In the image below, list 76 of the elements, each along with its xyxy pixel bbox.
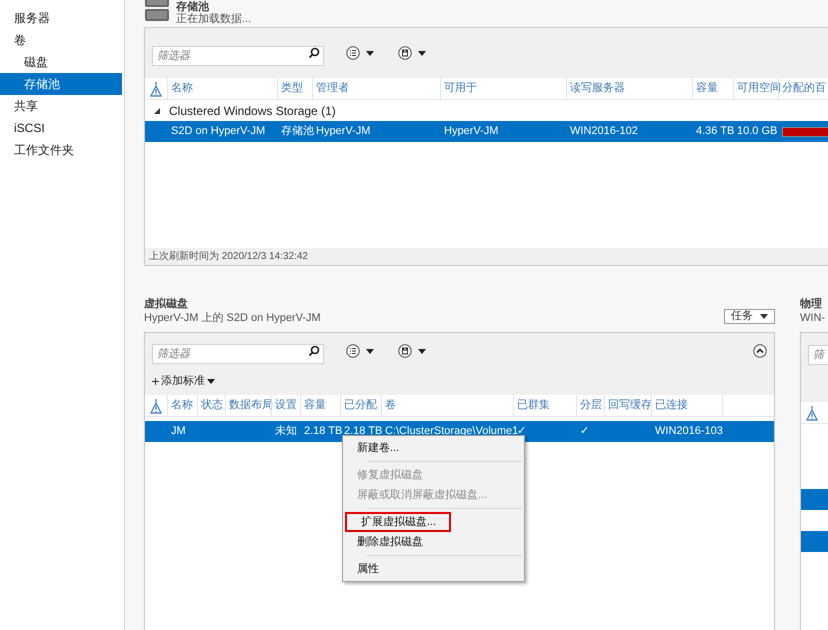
- warning-sort-icon: [150, 398, 162, 414]
- table-cell: 2.18 TB: [304, 425, 342, 438]
- column-header[interactable]: 设置: [272, 397, 300, 414]
- menu-item[interactable]: 扩展虚拟磁盘...: [345, 512, 451, 532]
- column-header[interactable]: 类型: [278, 80, 306, 97]
- column-header[interactable]: 分配的百: [779, 80, 828, 97]
- section-subtitle: 正在加载数据...: [176, 13, 252, 25]
- search-icon: [308, 345, 320, 357]
- table-row[interactable]: JM 未知 2.18 TB 2.18 TB C:\ClusterStorage\Volume1✓ ✓ WIN2016-103: [145, 421, 774, 442]
- table-cell: 未知: [275, 425, 297, 438]
- column-header[interactable]: 状态: [198, 397, 226, 414]
- list-view-dropdown[interactable]: [346, 46, 376, 60]
- filter-field[interactable]: 筛: [808, 345, 828, 365]
- section-title: 物理: [800, 297, 823, 311]
- group-label: Clustered Windows Storage (1): [169, 102, 336, 120]
- table-cell: ✓: [517, 425, 526, 438]
- table-cell: WIN2016-102: [570, 125, 638, 138]
- filter-field[interactable]: 筛选器: [152, 344, 324, 364]
- table-row[interactable]: S2D on HyperV-JM 存储池 HyperV-JM HyperV-JM WIN2016-102 4.36 TB 10.0 GB: [145, 121, 828, 142]
- column-header[interactable]: 可用于: [441, 80, 480, 97]
- save-icon: [398, 46, 428, 60]
- table-cell: 2.18 TB: [344, 425, 382, 438]
- section-title: 虚拟磁盘: [144, 297, 189, 311]
- search-icon: [308, 47, 320, 59]
- list-view-icon: [346, 46, 376, 60]
- last-refresh-text: 上次刷新时间为 2020/12/3 14:32:42: [149, 250, 308, 264]
- list-view-dropdown[interactable]: [346, 344, 376, 358]
- column-header[interactable]: 名称: [168, 80, 196, 97]
- column-header[interactable]: 已群集: [514, 397, 553, 414]
- column-header[interactable]: 回写缓存: [605, 397, 655, 414]
- table-cell: 10.0 GB: [737, 125, 778, 138]
- add-criteria-button[interactable]: 添加标准: [152, 373, 215, 390]
- table-cell: 存储池: [281, 125, 314, 138]
- column-header[interactable]: 名称: [168, 397, 196, 414]
- sidebar-item[interactable]: 工作文件夹: [0, 139, 124, 161]
- column-header[interactable]: 读写服务器: [567, 80, 628, 97]
- sidebar-item[interactable]: 存储池: [0, 73, 122, 95]
- table-cell: S2D on HyperV-JM: [171, 125, 266, 138]
- column-header[interactable]: 容量: [301, 397, 329, 414]
- section-title: 存储池: [176, 1, 210, 13]
- table-cell: HyperV-JM: [444, 125, 498, 138]
- column-header[interactable]: 已分配: [341, 397, 380, 414]
- column-header[interactable]: 已连接: [652, 397, 691, 414]
- save-dropdown[interactable]: [398, 344, 428, 358]
- sidebar-item[interactable]: iSCSI: [0, 117, 124, 139]
- menu-item[interactable]: 删除虚拟磁盘: [343, 532, 524, 552]
- collapse-icon[interactable]: [753, 344, 767, 358]
- column-header[interactable]: 管理者: [313, 80, 352, 97]
- plus-icon: [152, 378, 159, 385]
- table-cell: HyperV-JM: [316, 125, 370, 138]
- caret-icon: [760, 314, 768, 319]
- table-cell: C:\ClusterStorage\Volume1: [385, 425, 518, 438]
- menu-item[interactable]: 属性: [343, 559, 524, 579]
- warning-sort-icon: [806, 404, 818, 420]
- save-icon: [398, 344, 428, 358]
- caret-icon: [207, 378, 215, 384]
- sidebar-item[interactable]: 卷: [0, 29, 124, 51]
- section-subtitle: HyperV-JM 上的 S2D on HyperV-JM: [144, 311, 321, 325]
- table-cell: WIN2016-103: [655, 425, 723, 438]
- table-cell: JM: [171, 425, 186, 438]
- tasks-dropdown[interactable]: 任务: [724, 309, 775, 324]
- column-header[interactable]: 分层: [577, 397, 605, 414]
- collapse-triangle-icon[interactable]: [153, 106, 161, 114]
- save-dropdown[interactable]: [398, 46, 428, 60]
- table-cell: 4.36 TB: [696, 125, 734, 138]
- sidebar-item[interactable]: 磁盘: [0, 51, 124, 73]
- section-subtitle: WIN-: [800, 311, 826, 325]
- column-header[interactable]: 卷: [382, 397, 399, 414]
- sidebar-item[interactable]: 服务器: [0, 7, 124, 29]
- warning-sort-icon: [150, 80, 162, 96]
- column-header[interactable]: 容量: [693, 80, 721, 97]
- server-icon: [144, 0, 170, 22]
- sidebar-item[interactable]: 共享: [0, 95, 124, 117]
- list-view-icon: [346, 344, 376, 358]
- filter-field[interactable]: 筛选器: [152, 46, 324, 66]
- table-cell: ✓: [580, 425, 589, 438]
